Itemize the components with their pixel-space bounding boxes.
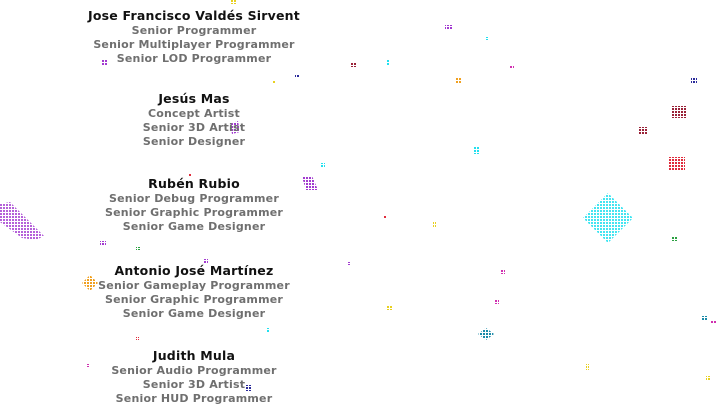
credit-entry: Rubén Rubio Senior Debug Programmer Seni…	[54, 177, 334, 234]
teal-speck-particle	[702, 316, 708, 321]
credits-screen: Jose Francisco Valdés Sirvent Senior Pro…	[0, 0, 720, 405]
credit-role: Senior Designer	[142, 135, 246, 148]
credit-role: Senior Graphic Programmer	[104, 293, 284, 306]
credit-entry: Antonio José Martínez Senior Gameplay Pr…	[54, 264, 334, 321]
credit-name: Judith Mula	[152, 348, 236, 363]
magenta-speck-particle	[711, 320, 716, 324]
credit-entry: Jesús Mas Concept Artist Senior 3D Artis…	[54, 92, 334, 149]
maroon-particle	[672, 106, 686, 118]
credit-role: Senior Gameplay Programmer	[98, 279, 290, 292]
maroon-speck-particle	[351, 62, 356, 67]
red-particle	[669, 157, 685, 171]
green-speck-particle	[672, 236, 678, 241]
purple-streak-particle	[0, 202, 44, 240]
cyan-tiny-particle	[386, 59, 389, 65]
purple-speck-particle	[445, 25, 452, 30]
cyan-speck-particle	[486, 37, 489, 40]
teal-cluster-particle	[478, 328, 494, 340]
credit-role: Concept Artist	[148, 107, 240, 120]
purple-speck-particle	[347, 262, 350, 265]
yellow-speck-particle	[433, 221, 436, 227]
credit-role: Senior Game Designer	[122, 220, 266, 233]
credit-role: Senior Programmer	[131, 24, 257, 37]
green-speck-particle	[136, 247, 140, 250]
maroon-particle-small	[639, 127, 647, 135]
credit-entry: Judith Mula Senior Audio Programmer Seni…	[54, 349, 334, 406]
navy-speck-particle	[691, 77, 697, 83]
credit-name: Jose Francisco Valdés Sirvent	[88, 8, 300, 23]
yellow-speck-particle	[387, 305, 393, 310]
credit-role: Senior LOD Programmer	[116, 52, 272, 65]
cyan-tiny-particle	[321, 163, 325, 168]
red-speck-particle	[383, 216, 386, 219]
yellow-speck-particle	[231, 0, 237, 4]
magenta-speck-particle	[495, 300, 499, 304]
credit-role: Senior Game Designer	[122, 307, 266, 320]
navy-speck-particle	[295, 74, 300, 78]
red-speck-particle	[136, 337, 139, 340]
credit-role: Senior Debug Programmer	[109, 192, 279, 205]
yellow-speck-particle	[706, 376, 711, 381]
credit-entry: Jose Francisco Valdés Sirvent Senior Pro…	[54, 9, 334, 66]
magenta-speck-particle	[510, 66, 514, 69]
credit-role: Senior 3D Artist	[142, 121, 246, 134]
credit-role: Senior 3D Artist	[142, 378, 246, 391]
credit-name: Rubén Rubio	[148, 176, 240, 191]
credit-name: Antonio José Martínez	[114, 263, 274, 278]
yellow-speck-particle	[586, 364, 589, 370]
credit-role: Senior Audio Programmer	[111, 364, 277, 377]
yellow-speck-particle	[272, 80, 276, 84]
credit-role: Senior Multiplayer Programmer	[93, 38, 295, 51]
magenta-speck-particle	[500, 270, 505, 274]
orange-speck-particle	[455, 78, 461, 83]
purple-speck-particle	[100, 241, 106, 246]
credit-role: Senior Graphic Programmer	[104, 206, 284, 219]
cyan-small-particle	[474, 146, 480, 154]
credit-role: Senior HUD Programmer	[115, 392, 273, 405]
cyan-diamond-particle	[583, 193, 633, 243]
cyan-tiny-particle	[266, 328, 270, 333]
credit-name: Jesús Mas	[158, 91, 230, 106]
